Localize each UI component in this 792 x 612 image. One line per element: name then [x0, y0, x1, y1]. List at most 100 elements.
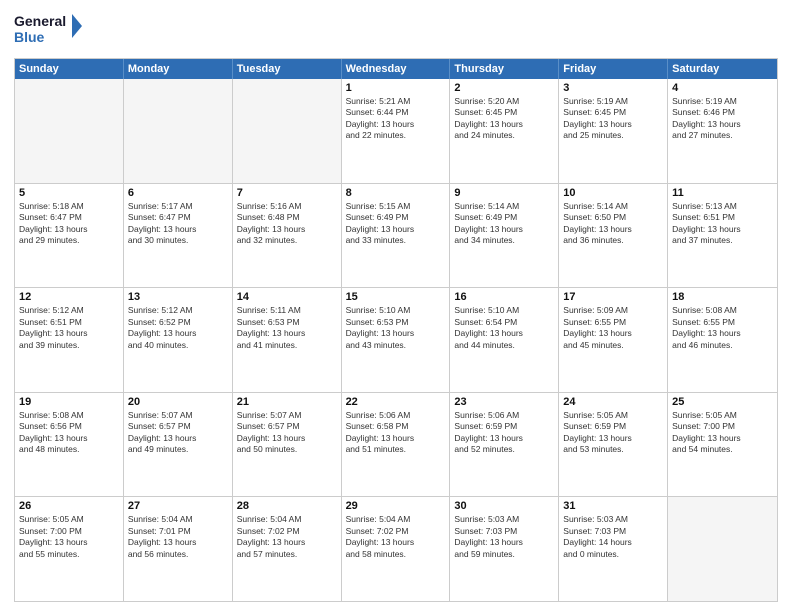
day-number: 15 [346, 291, 446, 303]
day-number: 31 [563, 500, 663, 512]
day-number: 23 [454, 396, 554, 408]
cell-info: Sunrise: 5:10 AM Sunset: 6:54 PM Dayligh… [454, 305, 554, 351]
calendar-cell: 8Sunrise: 5:15 AM Sunset: 6:49 PM Daylig… [342, 184, 451, 288]
cell-info: Sunrise: 5:05 AM Sunset: 6:59 PM Dayligh… [563, 410, 663, 456]
cell-info: Sunrise: 5:09 AM Sunset: 6:55 PM Dayligh… [563, 305, 663, 351]
cell-info: Sunrise: 5:08 AM Sunset: 6:56 PM Dayligh… [19, 410, 119, 456]
svg-text:General: General [14, 13, 66, 29]
cell-info: Sunrise: 5:03 AM Sunset: 7:03 PM Dayligh… [563, 514, 663, 560]
calendar-cell: 31 Sunrise: 5:03 AM Sunset: 7:03 PM Dayli… [559, 497, 668, 601]
calendar-row: 19 Sunrise: 5:08 AM Sunset: 6:56 PM Dayli… [15, 393, 777, 498]
calendar-cell: 3 Sunrise: 5:19 AM Sunset: 6:45 PM Daylig… [559, 79, 668, 183]
day-number: 25 [672, 396, 773, 408]
header: GeneralBlue [14, 10, 778, 52]
day-number: 12 [19, 291, 119, 303]
day-number: 9 [454, 187, 554, 199]
cell-info: Sunrise: 5:13 AM Sunset: 6:51 PM Dayligh… [672, 201, 773, 247]
day-number: 5 [19, 187, 119, 199]
day-number: 19 [19, 396, 119, 408]
calendar-cell: 17 Sunrise: 5:09 AM Sunset: 6:55 PM Dayli… [559, 288, 668, 392]
day-number: 24 [563, 396, 663, 408]
calendar-cell: 6Sunrise: 5:17 AM Sunset: 6:47 PM Daylig… [124, 184, 233, 288]
day-number: 17 [563, 291, 663, 303]
calendar-cell: 15 Sunrise: 5:10 AM Sunset: 6:53 PM Dayli… [342, 288, 451, 392]
cell-info: Sunrise: 5:19 AM Sunset: 6:46 PM Dayligh… [672, 96, 773, 142]
cell-info: Sunrise: 5:21 AM Sunset: 6:44 PM Dayligh… [346, 96, 446, 142]
calendar-cell: 19 Sunrise: 5:08 AM Sunset: 6:56 PM Dayli… [15, 393, 124, 497]
day-number: 11 [672, 187, 773, 199]
cell-info: Sunrise: 5:08 AM Sunset: 6:55 PM Dayligh… [672, 305, 773, 351]
logo: GeneralBlue [14, 10, 94, 52]
calendar-cell: 13 Sunrise: 5:12 AM Sunset: 6:52 PM Dayli… [124, 288, 233, 392]
day-number: 13 [128, 291, 228, 303]
calendar-cell: 24 Sunrise: 5:05 AM Sunset: 6:59 PM Dayli… [559, 393, 668, 497]
svg-text:Blue: Blue [14, 29, 45, 45]
calendar-cell [15, 79, 124, 183]
cell-info: Sunrise: 5:17 AM Sunset: 6:47 PM Dayligh… [128, 201, 228, 247]
day-number: 4 [672, 82, 773, 94]
calendar-row: 12 Sunrise: 5:12 AM Sunset: 6:51 PM Dayli… [15, 288, 777, 393]
weekday-header: Saturday [668, 59, 777, 79]
weekday-header: Friday [559, 59, 668, 79]
cell-info: Sunrise: 5:04 AM Sunset: 7:02 PM Dayligh… [237, 514, 337, 560]
calendar-cell: 26 Sunrise: 5:05 AM Sunset: 7:00 PM Dayli… [15, 497, 124, 601]
cell-info: Sunrise: 5:12 AM Sunset: 6:51 PM Dayligh… [19, 305, 119, 351]
day-number: 8 [346, 187, 446, 199]
weekday-header: Tuesday [233, 59, 342, 79]
day-number: 18 [672, 291, 773, 303]
cell-info: Sunrise: 5:14 AM Sunset: 6:50 PM Dayligh… [563, 201, 663, 247]
day-number: 7 [237, 187, 337, 199]
calendar-cell: 28 Sunrise: 5:04 AM Sunset: 7:02 PM Dayli… [233, 497, 342, 601]
calendar-cell: 18 Sunrise: 5:08 AM Sunset: 6:55 PM Dayli… [668, 288, 777, 392]
weekday-header: Sunday [15, 59, 124, 79]
calendar-cell: 21Sunrise: 5:07 AM Sunset: 6:57 PM Dayli… [233, 393, 342, 497]
calendar-row: 26 Sunrise: 5:05 AM Sunset: 7:00 PM Dayli… [15, 497, 777, 601]
calendar-cell: 11 Sunrise: 5:13 AM Sunset: 6:51 PM Dayli… [668, 184, 777, 288]
day-number: 26 [19, 500, 119, 512]
cell-info: Sunrise: 5:07 AM Sunset: 6:57 PM Dayligh… [128, 410, 228, 456]
calendar-cell: 27 Sunrise: 5:04 AM Sunset: 7:01 PM Dayli… [124, 497, 233, 601]
cell-info: Sunrise: 5:05 AM Sunset: 7:00 PM Dayligh… [19, 514, 119, 560]
calendar-cell: 5Sunrise: 5:18 AM Sunset: 6:47 PM Daylig… [15, 184, 124, 288]
calendar-cell: 4 Sunrise: 5:19 AM Sunset: 6:46 PM Daylig… [668, 79, 777, 183]
cell-info: Sunrise: 5:10 AM Sunset: 6:53 PM Dayligh… [346, 305, 446, 351]
cell-info: Sunrise: 5:06 AM Sunset: 6:58 PM Dayligh… [346, 410, 446, 456]
cell-info: Sunrise: 5:11 AM Sunset: 6:53 PM Dayligh… [237, 305, 337, 351]
cell-info: Sunrise: 5:04 AM Sunset: 7:01 PM Dayligh… [128, 514, 228, 560]
calendar-cell [124, 79, 233, 183]
calendar-cell [668, 497, 777, 601]
cell-info: Sunrise: 5:07 AM Sunset: 6:57 PM Dayligh… [237, 410, 337, 456]
day-number: 1 [346, 82, 446, 94]
cell-info: Sunrise: 5:19 AM Sunset: 6:45 PM Dayligh… [563, 96, 663, 142]
cell-info: Sunrise: 5:16 AM Sunset: 6:48 PM Dayligh… [237, 201, 337, 247]
page: GeneralBlue SundayMondayTuesdayWednesday… [0, 0, 792, 612]
cell-info: Sunrise: 5:14 AM Sunset: 6:49 PM Dayligh… [454, 201, 554, 247]
day-number: 30 [454, 500, 554, 512]
day-number: 22 [346, 396, 446, 408]
calendar-cell: 1 Sunrise: 5:21 AM Sunset: 6:44 PM Daylig… [342, 79, 451, 183]
calendar-cell: 16 Sunrise: 5:10 AM Sunset: 6:54 PM Dayli… [450, 288, 559, 392]
day-number: 27 [128, 500, 228, 512]
calendar-cell: 10 Sunrise: 5:14 AM Sunset: 6:50 PM Dayli… [559, 184, 668, 288]
logo-svg: GeneralBlue [14, 10, 94, 52]
day-number: 28 [237, 500, 337, 512]
cell-info: Sunrise: 5:03 AM Sunset: 7:03 PM Dayligh… [454, 514, 554, 560]
calendar-cell: 20Sunrise: 5:07 AM Sunset: 6:57 PM Dayli… [124, 393, 233, 497]
day-number: 16 [454, 291, 554, 303]
cell-info: Sunrise: 5:12 AM Sunset: 6:52 PM Dayligh… [128, 305, 228, 351]
day-number: 10 [563, 187, 663, 199]
calendar-header: SundayMondayTuesdayWednesdayThursdayFrid… [15, 59, 777, 79]
day-number: 2 [454, 82, 554, 94]
calendar-cell: 12 Sunrise: 5:12 AM Sunset: 6:51 PM Dayli… [15, 288, 124, 392]
calendar-cell [233, 79, 342, 183]
cell-info: Sunrise: 5:05 AM Sunset: 7:00 PM Dayligh… [672, 410, 773, 456]
calendar: SundayMondayTuesdayWednesdayThursdayFrid… [14, 58, 778, 602]
calendar-cell: 14Sunrise: 5:11 AM Sunset: 6:53 PM Dayli… [233, 288, 342, 392]
calendar-cell: 23Sunrise: 5:06 AM Sunset: 6:59 PM Dayli… [450, 393, 559, 497]
cell-info: Sunrise: 5:04 AM Sunset: 7:02 PM Dayligh… [346, 514, 446, 560]
weekday-header: Thursday [450, 59, 559, 79]
calendar-cell: 30 Sunrise: 5:03 AM Sunset: 7:03 PM Dayli… [450, 497, 559, 601]
calendar-cell: 9 Sunrise: 5:14 AM Sunset: 6:49 PM Daylig… [450, 184, 559, 288]
day-number: 29 [346, 500, 446, 512]
day-number: 3 [563, 82, 663, 94]
